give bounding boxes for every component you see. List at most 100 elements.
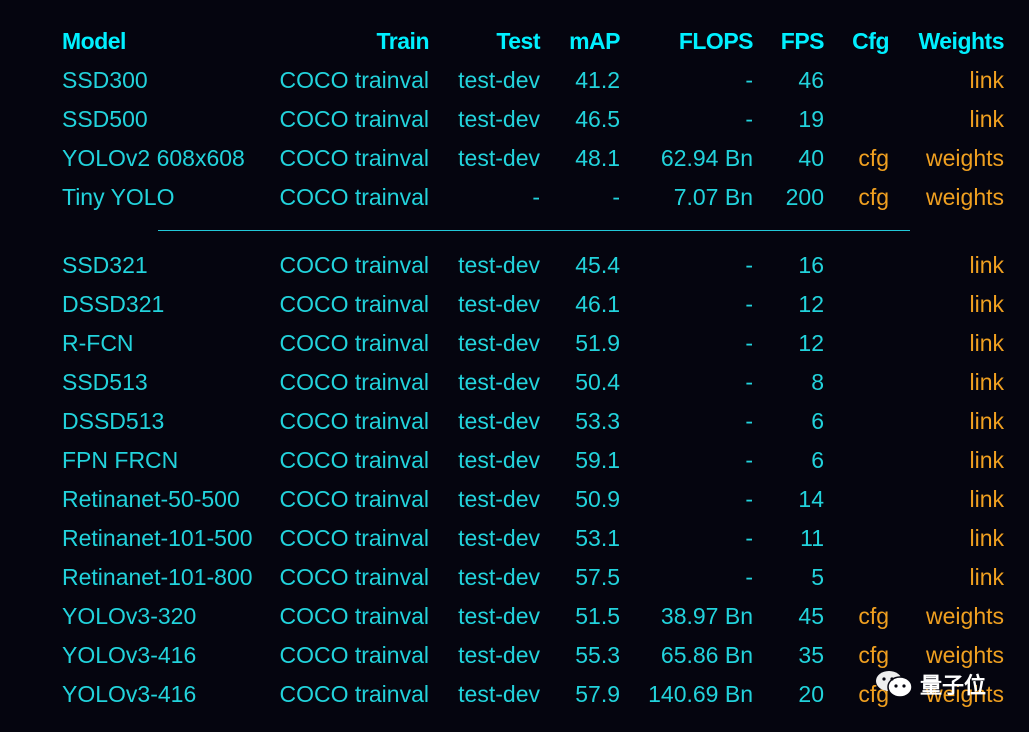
cell-flops: - <box>745 525 753 551</box>
cell-train: COCO trainval <box>279 252 429 278</box>
table-row: Retinanet-101-800 COCO trainval test-dev 57… <box>0 561 1029 593</box>
cell-test: test-dev <box>458 145 540 171</box>
cell-model: YOLOv3-416 <box>62 681 197 707</box>
cell-model: SSD321 <box>62 252 148 278</box>
cell-map: 51.5 <box>575 603 620 629</box>
group-divider <box>158 230 910 231</box>
cell-model: DSSD321 <box>62 291 165 317</box>
cell-map: 50.9 <box>575 486 620 512</box>
cell-map: 41.2 <box>575 67 620 93</box>
cell-train: COCO trainval <box>279 369 429 395</box>
cell-fps: 40 <box>798 145 824 171</box>
cell-fps: 45 <box>798 603 824 629</box>
cell-map: 48.1 <box>575 145 620 171</box>
cell-weights-link[interactable]: link <box>969 522 1004 554</box>
cell-weights-link[interactable]: link <box>969 327 1004 359</box>
watermark-text: 量子位 <box>920 673 987 698</box>
cell-train: COCO trainval <box>279 447 429 473</box>
cell-model: SSD300 <box>62 67 148 93</box>
cell-model: Retinanet-50-500 <box>62 486 240 512</box>
cell-weights-link[interactable]: link <box>969 444 1004 476</box>
cell-train: COCO trainval <box>279 184 429 210</box>
table-row: DSSD321 COCO trainval test-dev 46.1 - 12 link <box>0 288 1029 320</box>
cell-flops: - <box>745 67 753 93</box>
cell-weights-link[interactable]: weights <box>926 639 1004 671</box>
cell-fps: 46 <box>798 67 824 93</box>
cell-test: test-dev <box>458 408 540 434</box>
watermark: 量子位 <box>874 668 986 700</box>
cell-test: test-dev <box>458 486 540 512</box>
cell-flops: 62.94 Bn <box>660 145 753 171</box>
header-fps: FPS <box>780 28 825 54</box>
cell-model: YOLOv3-320 <box>62 603 197 629</box>
wechat-icon <box>876 671 913 698</box>
cell-cfg-link[interactable]: cfg <box>858 181 889 213</box>
cell-weights-link[interactable]: link <box>969 288 1004 320</box>
cell-test: test-dev <box>458 252 540 278</box>
cell-train: COCO trainval <box>279 330 429 356</box>
cell-fps: 6 <box>811 447 824 473</box>
cell-model: FPN FRCN <box>62 447 179 473</box>
cell-test: test-dev <box>458 642 540 668</box>
cell-weights-link[interactable]: weights <box>926 600 1004 632</box>
cell-flops: - <box>745 369 753 395</box>
cell-weights-link[interactable]: link <box>969 64 1004 96</box>
cell-flops: 65.86 Bn <box>660 642 753 668</box>
cell-map: 45.4 <box>575 252 620 278</box>
cell-weights-link[interactable]: link <box>969 249 1004 281</box>
cell-weights-link[interactable]: link <box>969 561 1004 593</box>
cell-cfg-link[interactable]: cfg <box>858 600 889 632</box>
cell-model: YOLOv3-416 <box>62 642 197 668</box>
cell-train: COCO trainval <box>279 291 429 317</box>
cell-weights-link[interactable]: link <box>969 483 1004 515</box>
table-row: YOLOv3-320 COCO trainval test-dev 51.5 38.97… <box>0 600 1029 632</box>
cell-model: SSD500 <box>62 106 148 132</box>
table-row: SSD300 COCO trainval test-dev 41.2 - 46 link <box>0 64 1029 96</box>
cell-model: Tiny YOLO <box>62 184 175 210</box>
table-row: SSD500 COCO trainval test-dev 46.5 - 19 link <box>0 103 1029 135</box>
cell-cfg-link[interactable]: cfg <box>858 639 889 671</box>
header-weights: Weights <box>918 28 1004 54</box>
cell-model: DSSD513 <box>62 408 165 434</box>
cell-fps: 12 <box>798 291 824 317</box>
cell-flops: - <box>745 408 753 434</box>
cell-weights-link[interactable]: link <box>969 366 1004 398</box>
cell-fps: 20 <box>798 681 824 707</box>
header-train: Train <box>376 28 430 54</box>
cell-flops: - <box>745 447 753 473</box>
table-row: Tiny YOLO COCO trainval - - 7.07 Bn 200 cfg wei… <box>0 181 1029 213</box>
cell-model: SSD513 <box>62 369 148 395</box>
cell-weights-link[interactable]: weights <box>926 142 1004 174</box>
header-model: Model <box>62 28 126 54</box>
cell-flops: - <box>745 291 753 317</box>
header-map: mAP <box>569 28 620 54</box>
cell-train: COCO trainval <box>279 564 429 590</box>
cell-weights-link[interactable]: weights <box>926 181 1004 213</box>
cell-test: test-dev <box>458 564 540 590</box>
cell-map: - <box>612 184 620 210</box>
cell-cfg-link[interactable]: cfg <box>858 142 889 174</box>
cell-train: COCO trainval <box>279 525 429 551</box>
cell-map: 55.3 <box>575 642 620 668</box>
cell-model: Retinanet-101-800 <box>62 564 253 590</box>
table-row: Retinanet-50-500 COCO trainval test-dev 50.… <box>0 483 1029 515</box>
cell-train: COCO trainval <box>279 603 429 629</box>
cell-model: Retinanet-101-500 <box>62 525 253 551</box>
cell-fps: 11 <box>800 525 824 551</box>
cell-train: COCO trainval <box>279 408 429 434</box>
cell-test: test-dev <box>458 106 540 132</box>
cell-train: COCO trainval <box>279 681 429 707</box>
cell-train: COCO trainval <box>279 145 429 171</box>
cell-flops: 7.07 Bn <box>673 184 753 210</box>
table-row: Retinanet-101-500 COCO trainval test-dev 53… <box>0 522 1029 554</box>
cell-weights-link[interactable]: link <box>969 405 1004 437</box>
cell-fps: 8 <box>811 369 824 395</box>
cell-map: 53.1 <box>575 525 620 551</box>
cell-weights-link[interactable]: link <box>969 103 1004 135</box>
table-row: YOLOv2 608x608 COCO trainval test-dev 48.1 6… <box>0 142 1029 174</box>
cell-flops: - <box>745 106 753 132</box>
cell-fps: 12 <box>798 330 824 356</box>
table-row: DSSD513 COCO trainval test-dev 53.3 - 6 link <box>0 405 1029 437</box>
cell-map: 59.1 <box>575 447 620 473</box>
cell-flops: - <box>745 486 753 512</box>
